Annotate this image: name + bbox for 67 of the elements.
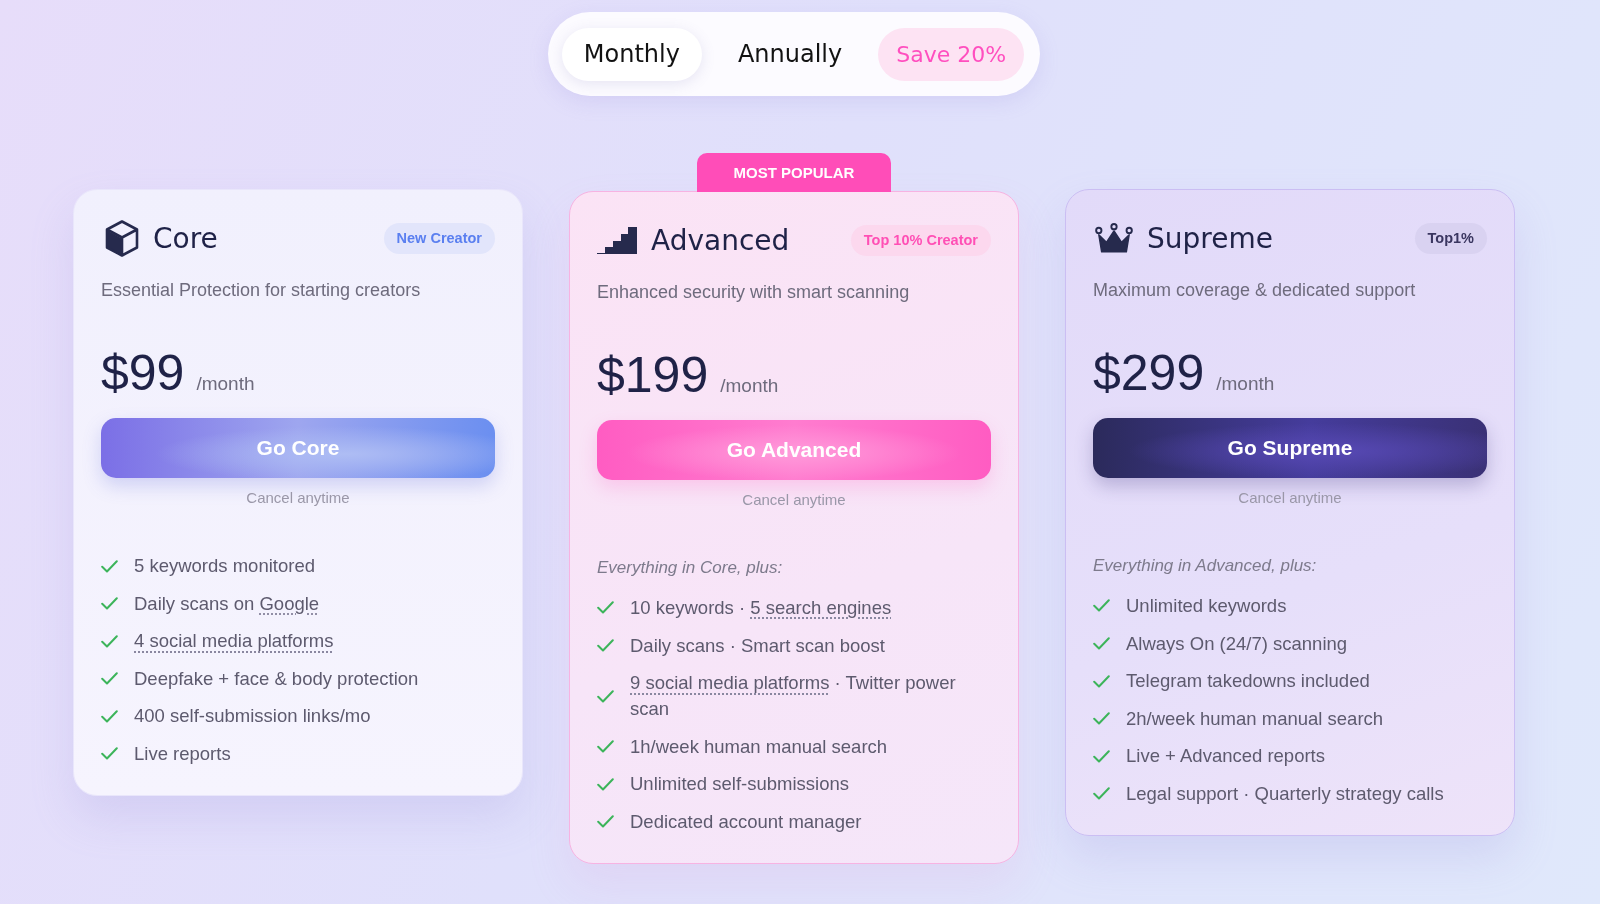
discount-badge: Save 20% — [878, 27, 1025, 81]
check-icon — [1093, 787, 1110, 801]
feature-text: Deepfake + face & body protection — [134, 666, 419, 691]
plan-price: $199 — [597, 346, 709, 405]
billing-option[interactable]: Annually — [715, 27, 865, 81]
check-icon — [101, 634, 118, 648]
check-icon — [1093, 637, 1110, 651]
check-icon — [101, 709, 118, 723]
feature-text: 9 social media platforms · Twitter power scan — [630, 671, 957, 722]
check-icon — [597, 601, 614, 615]
feature-text: Telegram takedowns included — [1126, 669, 1370, 694]
price-period: /month — [1216, 373, 1275, 395]
feature-text: Unlimited self-submissions — [630, 772, 849, 797]
check-icon — [1093, 599, 1110, 613]
check-icon — [101, 597, 118, 611]
check-icon — [1093, 749, 1110, 763]
popular-ribbon: MOST POPULAR — [697, 153, 891, 192]
check-icon — [1093, 712, 1110, 726]
subscribe-button[interactable]: Go Supreme — [1093, 418, 1487, 478]
check-icon — [597, 639, 614, 653]
feature-text: Live + Advanced reports — [1126, 744, 1325, 769]
check-icon — [597, 815, 614, 829]
glossary-link[interactable]: 5 search engines — [750, 597, 892, 618]
feature-text: 5 keywords monitored — [134, 554, 315, 578]
plan-name: Core — [153, 221, 218, 255]
check-icon — [101, 559, 118, 573]
plan-description: Enhanced security with smart scanning — [597, 281, 910, 303]
check-icon — [597, 689, 614, 703]
feature-text: Always On (24/7) scanning — [1126, 631, 1348, 656]
feature-text: 10 keywords · 5 search engines — [630, 596, 892, 620]
feature-text: 1h/week human manual search — [630, 734, 888, 759]
glossary-link[interactable]: 4 social media platforms — [134, 628, 334, 655]
plan-name: Supreme — [1147, 221, 1273, 255]
feature-text: Live reports — [134, 741, 231, 766]
tier-badge: New Creator — [383, 222, 495, 254]
check-icon — [101, 747, 118, 761]
feature-text: 2h/week human manual search — [1126, 706, 1384, 731]
feature-text: 400 self-submission links/mo — [134, 704, 371, 729]
plan-description: Maximum coverage & dedicated support — [1093, 279, 1416, 301]
cancel-note: Cancel anytime — [742, 491, 846, 509]
stairs-icon — [597, 226, 637, 254]
plan-description: Essential Protection for starting creators — [101, 279, 421, 301]
feature-text: Daily scans · Smart scan boost — [630, 633, 885, 658]
check-icon — [101, 672, 118, 686]
crown-icon — [1095, 222, 1133, 254]
feature-text: Legal support · Quarterly strategy calls — [1126, 781, 1444, 806]
cancel-note: Cancel anytime — [1238, 489, 1342, 507]
check-icon — [1093, 674, 1110, 688]
billing-option[interactable]: Monthly — [561, 27, 702, 81]
feature-text: Daily scans on Google — [134, 591, 320, 616]
check-icon — [597, 777, 614, 791]
features-intro: Everything in Advanced, plus: — [1093, 555, 1317, 577]
plan-price: $99 — [101, 344, 185, 403]
glossary-link[interactable]: 9 social media platforms — [630, 672, 830, 694]
price-period: /month — [196, 373, 255, 395]
plan-name: Advanced — [651, 223, 790, 257]
check-icon — [597, 740, 614, 754]
plan-price: $299 — [1093, 344, 1205, 403]
feature-text: Dedicated account manager — [630, 809, 862, 834]
feature-text: Unlimited keywords — [1126, 594, 1287, 618]
cube-icon — [105, 219, 139, 257]
price-period: /month — [720, 375, 779, 397]
features-intro: Everything in Core, plus: — [597, 557, 783, 579]
tier-badge: Top1% — [1414, 222, 1487, 254]
glossary-link[interactable]: Google — [259, 592, 320, 614]
tier-badge: Top 10% Creator — [850, 224, 991, 256]
cancel-note: Cancel anytime — [246, 489, 350, 507]
